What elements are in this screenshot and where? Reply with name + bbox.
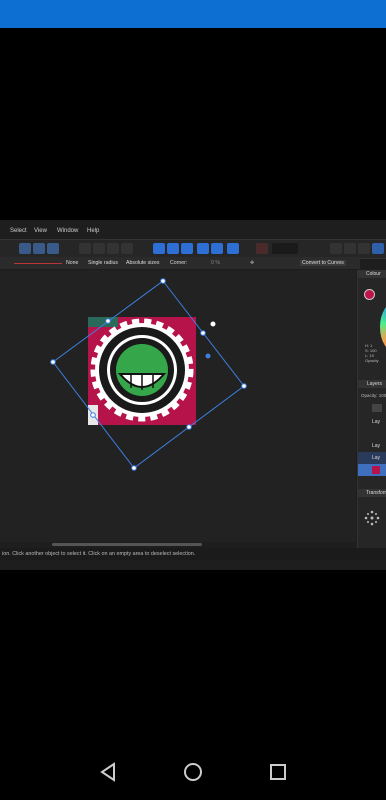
absolute-sizes-checkbox[interactable]: Absolute sizes bbox=[126, 260, 159, 266]
layer-row-2[interactable]: Lay bbox=[358, 440, 386, 452]
toolbar-icon-2[interactable] bbox=[93, 243, 105, 254]
distribute-icon[interactable] bbox=[227, 243, 239, 254]
toolbar-icon-6[interactable] bbox=[344, 243, 356, 254]
horizontal-scrollbar[interactable] bbox=[52, 543, 202, 546]
menu-window[interactable]: Window bbox=[57, 228, 78, 234]
layers-tab[interactable]: Layers bbox=[358, 380, 386, 388]
anchor-point-icon[interactable] bbox=[364, 510, 380, 526]
back-icon[interactable] bbox=[96, 760, 120, 784]
main-toolbar bbox=[0, 239, 386, 259]
right-panel: Colour H: 1 S: 100 L: 19 Opacity Layers … bbox=[357, 270, 386, 560]
corner-percent-field[interactable]: 0 % bbox=[211, 260, 220, 266]
canvas[interactable] bbox=[0, 270, 356, 546]
stroke-slider[interactable] bbox=[14, 263, 62, 264]
home-icon[interactable] bbox=[181, 760, 205, 784]
layers-opacity-label: Opacity: bbox=[361, 393, 378, 398]
align-center-icon[interactable] bbox=[167, 243, 179, 254]
affinity-app-window: Select View Window Help None Single radi… bbox=[0, 220, 386, 570]
handle-left[interactable] bbox=[50, 359, 56, 365]
toolbar-icon-4[interactable] bbox=[121, 243, 133, 254]
menu-bar: Select View Window Help bbox=[0, 225, 386, 239]
align-right-icon[interactable] bbox=[181, 243, 193, 254]
snapping-icon[interactable] bbox=[19, 243, 31, 254]
layer-row-2-label: Lay bbox=[372, 443, 381, 449]
status-bar: ion. Click another object to select it. … bbox=[0, 548, 386, 560]
context-toolbar: None Single radius Absolute sizes Corner… bbox=[0, 257, 360, 269]
layers-opacity-value[interactable]: 100 bbox=[379, 393, 386, 398]
corner-label: Corner: bbox=[170, 260, 188, 266]
align-left-icon[interactable] bbox=[153, 243, 165, 254]
color-wheel[interactable] bbox=[380, 302, 386, 352]
handle-top-left[interactable] bbox=[105, 318, 111, 324]
rotation-handle[interactable] bbox=[210, 321, 216, 327]
handle-bottom[interactable] bbox=[131, 465, 137, 471]
layer-row-4-selected[interactable] bbox=[358, 464, 386, 476]
align-middle-icon[interactable] bbox=[211, 243, 223, 254]
handle-bottom-right[interactable] bbox=[186, 424, 192, 430]
opacity-label: Opacity bbox=[365, 358, 379, 363]
status-hint: ion. Click another object to select it. … bbox=[2, 551, 196, 557]
single-radius-checkbox[interactable]: Single radius bbox=[88, 260, 118, 266]
transform-tab[interactable]: Transform bbox=[358, 489, 386, 497]
handle-top-right[interactable] bbox=[200, 330, 206, 336]
color-swatch[interactable] bbox=[272, 243, 298, 254]
handle-bottom-left[interactable] bbox=[90, 412, 96, 418]
menu-help[interactable]: Help bbox=[87, 228, 99, 234]
layer-row-3-selected[interactable]: Lay bbox=[358, 452, 386, 464]
layer-row-1-label: Lay bbox=[372, 419, 381, 425]
menu-select[interactable]: Select bbox=[10, 228, 27, 234]
hsl-readout: H: 1 S: 100 L: 19 Opacity bbox=[365, 343, 379, 363]
center-handle[interactable] bbox=[205, 353, 211, 359]
toolbar-icon-8[interactable] bbox=[372, 243, 384, 254]
android-nav-bar bbox=[0, 740, 386, 800]
toolbar-icon-3[interactable] bbox=[107, 243, 119, 254]
align-top-icon[interactable] bbox=[197, 243, 209, 254]
layer-thumbnail bbox=[372, 466, 380, 474]
layer-fx-icon[interactable] bbox=[372, 404, 382, 412]
handle-top[interactable] bbox=[160, 278, 166, 284]
line-style-label[interactable]: None bbox=[66, 260, 78, 266]
handle-right[interactable] bbox=[241, 383, 247, 389]
toolbar-icon-1[interactable] bbox=[79, 243, 91, 254]
transform-icon[interactable] bbox=[47, 243, 59, 254]
colour-tab[interactable]: Colour bbox=[358, 270, 386, 278]
canvas-artwork[interactable] bbox=[0, 270, 356, 542]
layer-row-1[interactable]: Lay bbox=[358, 416, 386, 428]
grid-icon[interactable] bbox=[33, 243, 45, 254]
toolbar-icon-5[interactable] bbox=[330, 243, 342, 254]
menu-view[interactable]: View bbox=[34, 228, 47, 234]
toolbar-icon-7[interactable] bbox=[358, 243, 370, 254]
recents-icon[interactable] bbox=[266, 760, 290, 784]
layer-row-3-label: Lay bbox=[372, 455, 381, 461]
convert-to-curves-button[interactable]: Convert to Curves bbox=[300, 260, 346, 266]
move-icon[interactable]: ✥ bbox=[250, 260, 254, 266]
boolean-icon[interactable] bbox=[256, 243, 268, 254]
system-status-bar bbox=[0, 0, 386, 28]
fill-color-swatch[interactable] bbox=[364, 289, 375, 300]
layers-opacity: Opacity: 100 bbox=[361, 393, 386, 398]
